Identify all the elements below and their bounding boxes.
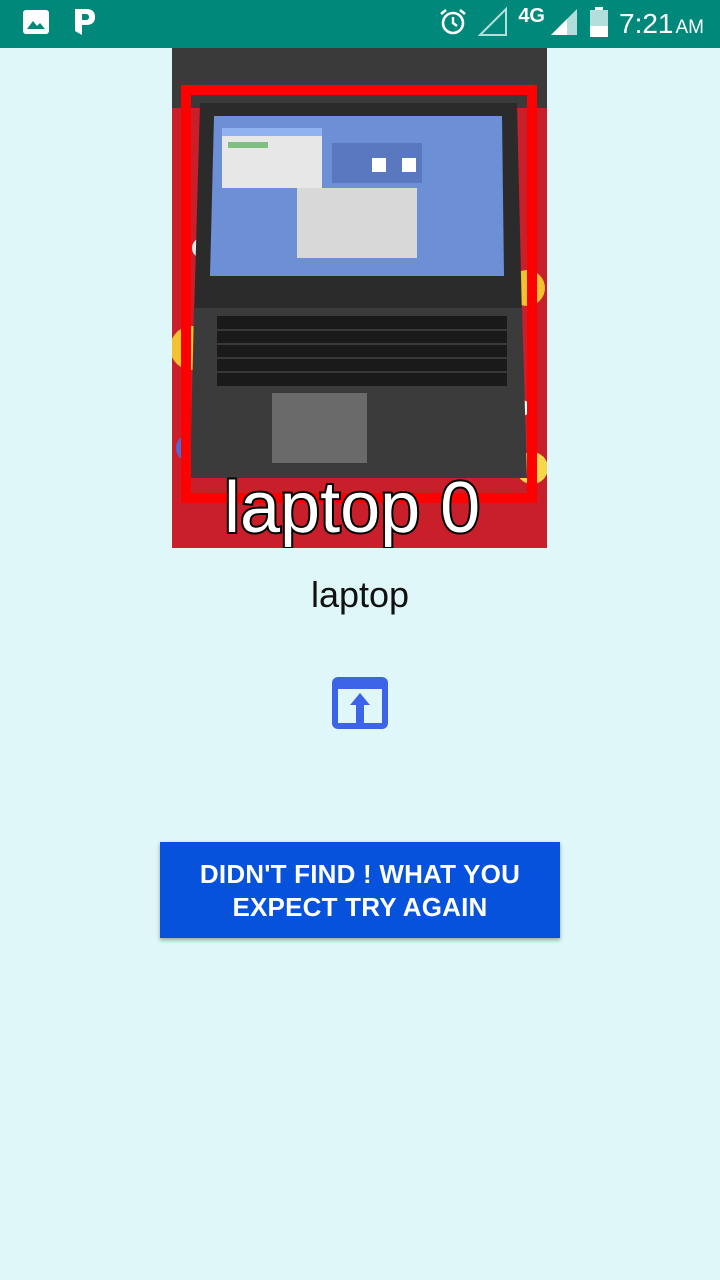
alarm-icon (438, 7, 468, 42)
clock-ampm: AM (675, 17, 705, 38)
result-label: laptop (310, 574, 410, 615)
try-again-button[interactable]: DIDN'T FIND ! WHAT YOU EXPECT TRY AGAIN (160, 842, 560, 938)
app-p-icon (72, 7, 98, 42)
detection-overlay-label: laptop 0 (224, 468, 480, 548)
gallery-icon (22, 8, 50, 41)
clock-time: 7:21 (619, 8, 674, 39)
signal-empty-icon (477, 6, 508, 42)
detection-photo: laptop 0 (172, 48, 547, 548)
open-in-icon[interactable] (330, 675, 390, 731)
clock: 7:21 AM (619, 8, 704, 40)
network-type: 4G (518, 4, 545, 27)
status-bar-left (22, 0, 98, 48)
status-bar: 4G 7:21 AM (0, 0, 720, 48)
status-bar-right: 4G 7:21 AM (438, 0, 704, 48)
signal-icon (549, 7, 579, 42)
battery-icon (589, 6, 609, 43)
